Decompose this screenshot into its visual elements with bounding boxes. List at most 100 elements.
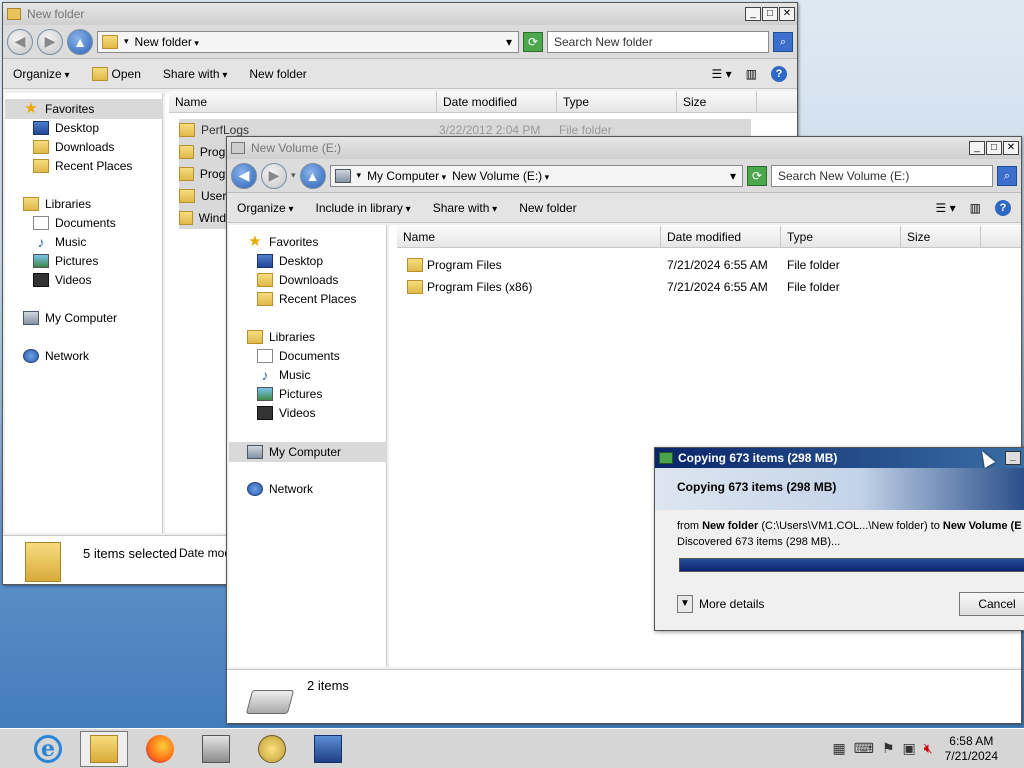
nav-favorites[interactable]: ★ Favorites (5, 99, 163, 119)
table-row[interactable]: User (179, 185, 227, 207)
flag-icon[interactable]: ⚑ (882, 740, 895, 757)
nav-libraries[interactable]: Libraries (23, 197, 91, 211)
table-row[interactable]: Progr (179, 163, 227, 185)
preview-pane-icon[interactable]: ▥ (970, 201, 981, 215)
address-dropdown-button[interactable]: ▾ (730, 169, 742, 183)
nav-favorites[interactable]: ★ Favorites (247, 234, 318, 249)
back-button[interactable]: ◀ (7, 28, 33, 55)
close-button[interactable]: ✕ (1003, 141, 1019, 155)
new-folder-button[interactable]: New folder (249, 67, 306, 81)
column-size[interactable]: Size (901, 226, 981, 247)
search-input[interactable]: Search New Volume (E:) (771, 164, 993, 187)
share-with-button[interactable]: Share with (163, 67, 228, 81)
nav-recent-places[interactable]: Recent Places (33, 159, 132, 173)
close-button[interactable]: ✕ (779, 7, 795, 21)
column-date-modified[interactable]: Date modified (437, 91, 557, 112)
nav-music[interactable]: ♪ Music (257, 368, 311, 382)
address-dropdown-button[interactable]: ▾ (506, 35, 518, 49)
recent-pages-icon[interactable]: ▾ (291, 170, 296, 181)
column-name[interactable]: Name (169, 91, 437, 112)
organize-button[interactable]: Organize (13, 67, 70, 81)
refresh-button[interactable]: ⟳ (747, 165, 767, 186)
nav-videos[interactable]: Videos (33, 273, 91, 287)
pictures-icon (33, 254, 49, 268)
nav-desktop[interactable]: Desktop (257, 254, 323, 268)
minimize-button[interactable]: _ (1005, 451, 1021, 465)
back-button[interactable]: ◀ (231, 162, 257, 189)
nav-pictures[interactable]: Pictures (257, 387, 322, 401)
title-bar[interactable]: New Volume (E:) _ □ ✕ (227, 137, 1021, 159)
view-options-icon[interactable]: ☰ ▾ (936, 201, 956, 215)
refresh-button[interactable]: ⟳ (523, 31, 543, 52)
maximize-button[interactable]: □ (762, 7, 778, 21)
nav-my-computer[interactable]: My Computer (23, 311, 117, 325)
cancel-button[interactable]: Cancel (959, 592, 1024, 616)
nav-network[interactable]: Network (247, 482, 313, 496)
more-details-toggle[interactable]: ▼ (677, 595, 693, 613)
address-bar[interactable]: ▾ My Computer New Volume (E:) ▾ (329, 164, 743, 187)
up-button[interactable]: ▲ (67, 28, 93, 55)
taskbar-control-panel[interactable] (248, 731, 296, 767)
column-type[interactable]: Type (557, 91, 677, 112)
taskbar-internet-explorer[interactable]: e (24, 731, 72, 767)
search-button[interactable]: ⌕ (997, 165, 1017, 186)
taskbar-server-manager[interactable] (192, 731, 240, 767)
nav-music[interactable]: ♪ Music (33, 235, 87, 249)
taskbar-remote-desktop[interactable] (304, 731, 352, 767)
more-details-label[interactable]: More details (699, 597, 764, 611)
forward-button[interactable]: ▶ (261, 162, 287, 189)
nav-network[interactable]: Network (23, 349, 89, 363)
breadcrumb-my-computer[interactable]: My Computer (367, 169, 446, 183)
nav-downloads[interactable]: Downloads (257, 273, 338, 287)
table-row[interactable]: Program Files (x86) 7/21/2024 6:55 AM Fi… (407, 276, 867, 298)
dialog-title-bar[interactable]: Copying 673 items (298 MB) _ (655, 448, 1024, 468)
column-type[interactable]: Type (781, 226, 901, 247)
grid-icon[interactable]: ▦ (833, 740, 846, 757)
forward-button[interactable]: ▶ (37, 28, 63, 55)
include-in-library-button[interactable]: Include in library (316, 201, 411, 215)
breadcrumb-new-folder[interactable]: New folder (135, 35, 199, 49)
folder-icon (25, 542, 61, 582)
nav-documents[interactable]: Documents (33, 216, 116, 230)
column-name[interactable]: Name (397, 226, 661, 247)
taskbar-windows-explorer[interactable] (80, 730, 128, 767)
folder-icon (179, 145, 194, 159)
view-options-icon[interactable]: ☰ ▾ (712, 67, 732, 81)
copy-progress-dialog[interactable]: Copying 673 items (298 MB) _ Copying 673… (654, 447, 1024, 631)
search-input[interactable]: Search New folder (547, 30, 769, 53)
title-bar[interactable]: New folder _ □ ✕ (3, 3, 797, 25)
nav-videos[interactable]: Videos (257, 406, 315, 420)
nav-downloads[interactable]: Downloads (33, 140, 114, 154)
table-row[interactable]: Windo (179, 207, 227, 229)
column-date-modified[interactable]: Date modified (661, 226, 781, 247)
minimize-button[interactable]: _ (745, 7, 761, 21)
nav-documents[interactable]: Documents (257, 349, 340, 363)
volume-muted-icon[interactable]: 🔇︎ (924, 740, 933, 757)
explorer-window-new-volume[interactable]: New Volume (E:) _ □ ✕ ◀ ▶ ▾ ▲ ▾ My Compu… (226, 136, 1022, 724)
address-bar[interactable]: ▾ New folder ▾ (97, 30, 519, 53)
nav-recent-places[interactable]: Recent Places (257, 292, 356, 306)
help-icon[interactable]: ? (771, 65, 787, 82)
share-with-button[interactable]: Share with (433, 201, 498, 215)
breadcrumb-new-volume[interactable]: New Volume (E:) (452, 169, 549, 183)
taskbar-firefox[interactable] (136, 731, 184, 767)
nav-libraries[interactable]: Libraries (247, 330, 315, 344)
network-status-icon[interactable]: ▣ (903, 740, 916, 757)
open-button[interactable]: Open (91, 66, 141, 81)
column-size[interactable]: Size (677, 91, 757, 112)
nav-my-computer[interactable]: My Computer (229, 442, 387, 462)
nav-desktop[interactable]: Desktop (33, 121, 99, 135)
table-row[interactable]: Progr (179, 141, 227, 163)
organize-button[interactable]: Organize (237, 201, 294, 215)
clock[interactable]: 6:58 AM 7/21/2024 (945, 734, 998, 764)
maximize-button[interactable]: □ (986, 141, 1002, 155)
preview-pane-icon[interactable]: ▥ (746, 67, 757, 81)
search-button[interactable]: ⌕ (773, 31, 793, 52)
table-row[interactable]: Program Files 7/21/2024 6:55 AM File fol… (407, 254, 867, 276)
minimize-button[interactable]: _ (969, 141, 985, 155)
keyboard-icon[interactable]: ⌨ (854, 740, 874, 757)
nav-pictures[interactable]: Pictures (33, 254, 98, 268)
help-icon[interactable]: ? (995, 199, 1011, 216)
up-button[interactable]: ▲ (299, 162, 326, 189)
new-folder-button[interactable]: New folder (519, 201, 576, 215)
